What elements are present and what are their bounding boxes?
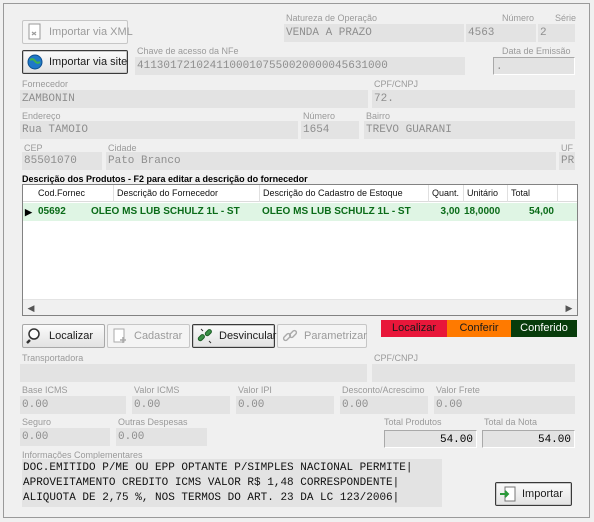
localizar-button[interactable]: Localizar [22,324,105,348]
seguro-label: Seguro [22,417,52,427]
base-icms-field[interactable]: 0.00 [20,396,126,414]
cadastrar-label: Cadastrar [134,330,183,342]
outras-label: Outras Despesas [118,417,188,427]
valor-icms-label: Valor ICMS [134,385,180,395]
natureza-label: Natureza de Operação [286,13,378,23]
total-produtos-field: 54.00 [384,430,477,448]
col-desc-fornecedor[interactable]: Descrição do Fornecedor [114,185,260,202]
desconto-field[interactable]: 0.00 [340,396,428,414]
import-xml-button[interactable]: Importar via XML [22,20,133,44]
desvincular-button[interactable]: Desvincular [192,324,277,348]
cell-desc-cadastro[interactable]: OLEO MS LUB SCHULZ 1L - ST [259,203,429,221]
emissao-field[interactable]: . [493,57,575,75]
table-row[interactable]: ▶ 05692 OLEO MS LUB SCHULZ 1L - ST OLEO … [23,203,577,221]
importar-label: Importar [522,488,563,500]
scroll-right-icon[interactable]: ▶ [561,300,577,316]
produtos-grid[interactable]: Cod.Fornec Descrição do Fornecedor Descr… [22,184,578,316]
numero-nf-label: Número [502,13,535,23]
serie-label: Série [555,13,577,23]
col-quant[interactable]: Quant. [429,185,464,202]
legend-conferido: Conferido [511,320,577,337]
globe-icon [26,53,44,71]
valor-icms-field[interactable]: 0.00 [132,396,230,414]
endereco-field[interactable]: Rua TAMOIO [20,121,298,139]
transportadora-field[interactable] [20,364,367,382]
col-unitario[interactable]: Unitário [464,185,508,202]
base-icms-label: Base ICMS [22,385,68,395]
transportadora-label: Transportadora [22,353,84,363]
importar-button[interactable]: Importar [495,482,572,506]
emissao-label: Data de Emissão [502,46,571,56]
cell-unitario[interactable]: 18,0000 [461,203,508,221]
cpf-fornecedor-label: CPF/CNPJ [374,79,419,89]
cell-desc-fornecedor[interactable]: OLEO MS LUB SCHULZ 1L - ST [88,203,260,221]
frete-field[interactable]: 0.00 [434,396,575,414]
frete-label: Valor Frete [436,385,480,395]
fornecedor-field[interactable]: ZAMBONIN [20,90,368,108]
cpf-fornecedor-field[interactable]: 72. [372,90,575,108]
total-produtos-label: Total Produtos [384,417,442,427]
cpf-transportadora-field[interactable] [372,364,575,382]
seguro-field[interactable]: 0.00 [20,428,110,446]
cidade-field[interactable]: Pato Branco [106,152,556,170]
numero-nf-field[interactable]: 4563 [466,24,536,42]
parametrizar-button[interactable]: Parametrizar [277,324,367,348]
magnifier-icon [26,327,44,345]
col-cod-fornec[interactable]: Cod.Fornec [35,185,114,202]
row-indicator-icon: ▶ [25,207,32,217]
import-arrow-icon [499,485,517,503]
numero-endereco-field[interactable]: 1654 [301,121,359,139]
chave-field[interactable]: 41130172102411000107550020000045631000 [135,57,465,75]
localizar-label: Localizar [49,330,94,342]
horizontal-scrollbar[interactable]: ◀ ▶ [23,299,577,315]
valor-ipi-label: Valor IPI [238,385,272,395]
cell-total[interactable]: 54,00 [508,203,558,221]
link-icon [281,327,299,345]
import-site-button[interactable]: Importar via site [22,50,128,74]
parametrizar-label: Parametrizar [304,330,367,342]
scroll-left-icon[interactable]: ◀ [23,300,39,316]
add-document-icon [111,327,129,345]
xml-file-icon [26,23,44,41]
col-total[interactable]: Total [508,185,558,202]
outras-field[interactable]: 0.00 [116,428,207,446]
serie-field[interactable]: 2 [538,24,575,42]
col-desc-cadastro[interactable]: Descrição do Cadastro de Estoque [260,185,429,202]
desconto-label: Desconto/Acrescimo [342,385,425,395]
cep-field[interactable]: 85501070 [22,152,102,170]
uf-field[interactable]: PR [559,152,575,170]
natureza-field[interactable]: VENDA A PRAZO [284,24,464,42]
unlink-icon [196,327,214,345]
fornecedor-label: Fornecedor [22,79,69,89]
cpf-transportadora-label: CPF/CNPJ [374,353,419,363]
legend-conferir: Conferir [447,320,511,337]
produtos-title: Descrição dos Produtos - F2 para editar … [22,174,308,184]
bairro-field[interactable]: TREVO GUARANI [364,121,575,139]
chave-label: Chave de acesso da NFe [137,46,239,56]
info-memo[interactable]: DOC.EMITIDO P/ME OU EPP OPTANTE P/SIMPLE… [22,459,442,507]
import-site-label: Importar via site [49,56,128,68]
total-nota-label: Total da Nota [484,417,538,427]
import-xml-label: Importar via XML [49,26,133,38]
legend-localizar: Localizar [381,320,447,337]
cell-quant[interactable]: 3,00 [423,203,464,221]
cadastrar-button[interactable]: Cadastrar [107,324,190,348]
total-nota-field: 54.00 [482,430,575,448]
desvincular-label: Desvincular [219,330,277,342]
grid-header: Cod.Fornec Descrição do Fornecedor Descr… [23,185,577,202]
valor-ipi-field[interactable]: 0.00 [236,396,334,414]
